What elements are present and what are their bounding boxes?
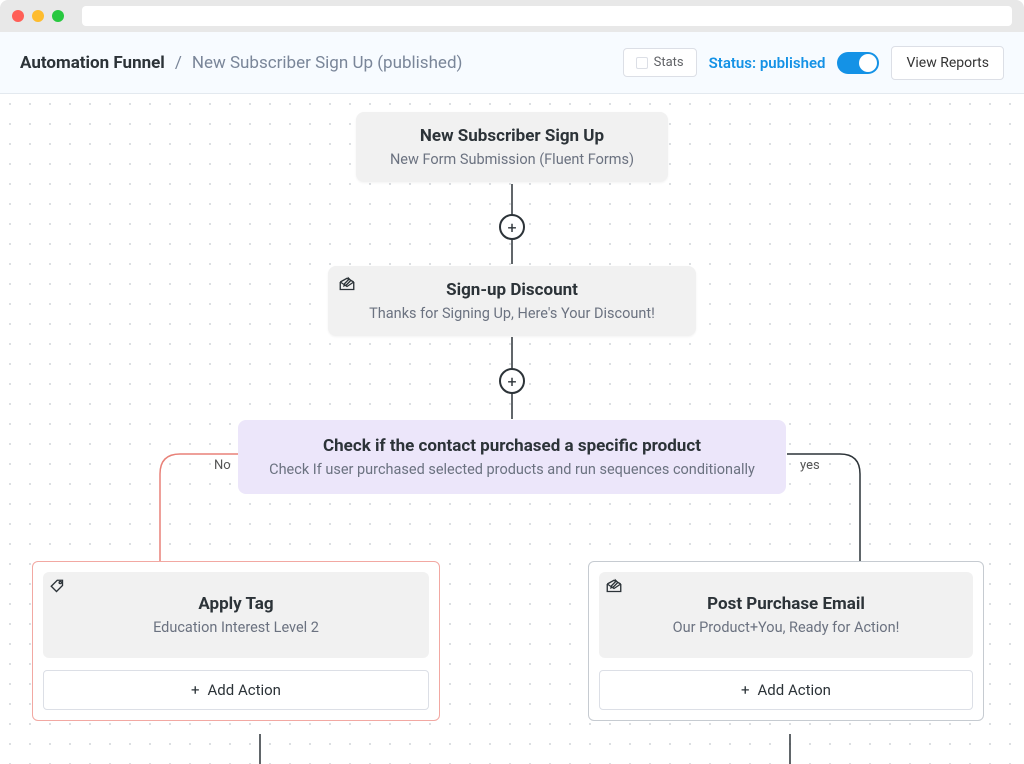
breadcrumb-root[interactable]: Automation Funnel <box>20 53 165 73</box>
breadcrumb: Automation Funnel / New Subscriber Sign … <box>20 53 462 73</box>
trigger-node[interactable]: New Subscriber Sign Up New Form Submissi… <box>356 112 668 182</box>
conditional-title: Check if the contact purchased a specifi… <box>262 436 762 456</box>
add-step-button[interactable]: + <box>499 214 525 240</box>
url-bar[interactable] <box>82 6 1012 26</box>
post-purchase-node[interactable]: Post Purchase Email Our Product+You, Rea… <box>599 572 973 658</box>
email-icon <box>338 276 356 294</box>
tag-icon <box>49 578 67 596</box>
breadcrumb-separator: / <box>175 53 182 73</box>
email-icon <box>605 578 623 596</box>
view-reports-button[interactable]: View Reports <box>891 46 1004 80</box>
trigger-title: New Subscriber Sign Up <box>376 126 648 146</box>
add-step-button[interactable]: + <box>499 368 525 394</box>
trigger-subtitle: New Form Submission (Fluent Forms) <box>376 151 648 168</box>
post-purchase-title: Post Purchase Email <box>619 594 953 614</box>
conditional-subtitle: Check If user purchased selected product… <box>262 461 762 478</box>
yes-branch-container: Post Purchase Email Our Product+You, Rea… <box>588 561 984 721</box>
checkbox-icon <box>636 57 648 69</box>
header-actions: Stats Status: published View Reports <box>623 46 1004 80</box>
apply-tag-node[interactable]: Apply Tag Education Interest Level 2 <box>43 572 429 658</box>
branch-no-label: No <box>214 458 231 473</box>
header-bar: Automation Funnel / New Subscriber Sign … <box>0 32 1024 94</box>
plus-icon: + <box>191 681 200 699</box>
maximize-window-icon[interactable] <box>52 10 64 22</box>
plus-icon: + <box>741 681 750 699</box>
status-label: Status: published <box>709 54 826 72</box>
add-action-button[interactable]: + Add Action <box>43 670 429 710</box>
email-subtitle: Thanks for Signing Up, Here's Your Disco… <box>348 305 676 322</box>
automation-canvas[interactable]: New Subscriber Sign Up New Form Submissi… <box>0 94 1024 764</box>
conditional-node[interactable]: Check if the contact purchased a specifi… <box>238 420 786 494</box>
post-purchase-subtitle: Our Product+You, Ready for Action! <box>619 619 953 636</box>
browser-chrome <box>0 0 1024 32</box>
email-title: Sign-up Discount <box>348 280 676 300</box>
status-toggle[interactable] <box>837 52 879 74</box>
email-node[interactable]: Sign-up Discount Thanks for Signing Up, … <box>328 266 696 336</box>
close-window-icon[interactable] <box>12 10 24 22</box>
breadcrumb-current: New Subscriber Sign Up (published) <box>192 53 463 73</box>
apply-tag-subtitle: Education Interest Level 2 <box>63 619 409 636</box>
stats-button[interactable]: Stats <box>623 48 697 77</box>
no-branch-container: Apply Tag Education Interest Level 2 + A… <box>32 561 440 721</box>
stats-label: Stats <box>654 55 684 70</box>
add-action-button[interactable]: + Add Action <box>599 670 973 710</box>
minimize-window-icon[interactable] <box>32 10 44 22</box>
apply-tag-title: Apply Tag <box>63 594 409 614</box>
traffic-lights <box>12 10 64 22</box>
branch-yes-label: yes <box>800 458 820 473</box>
